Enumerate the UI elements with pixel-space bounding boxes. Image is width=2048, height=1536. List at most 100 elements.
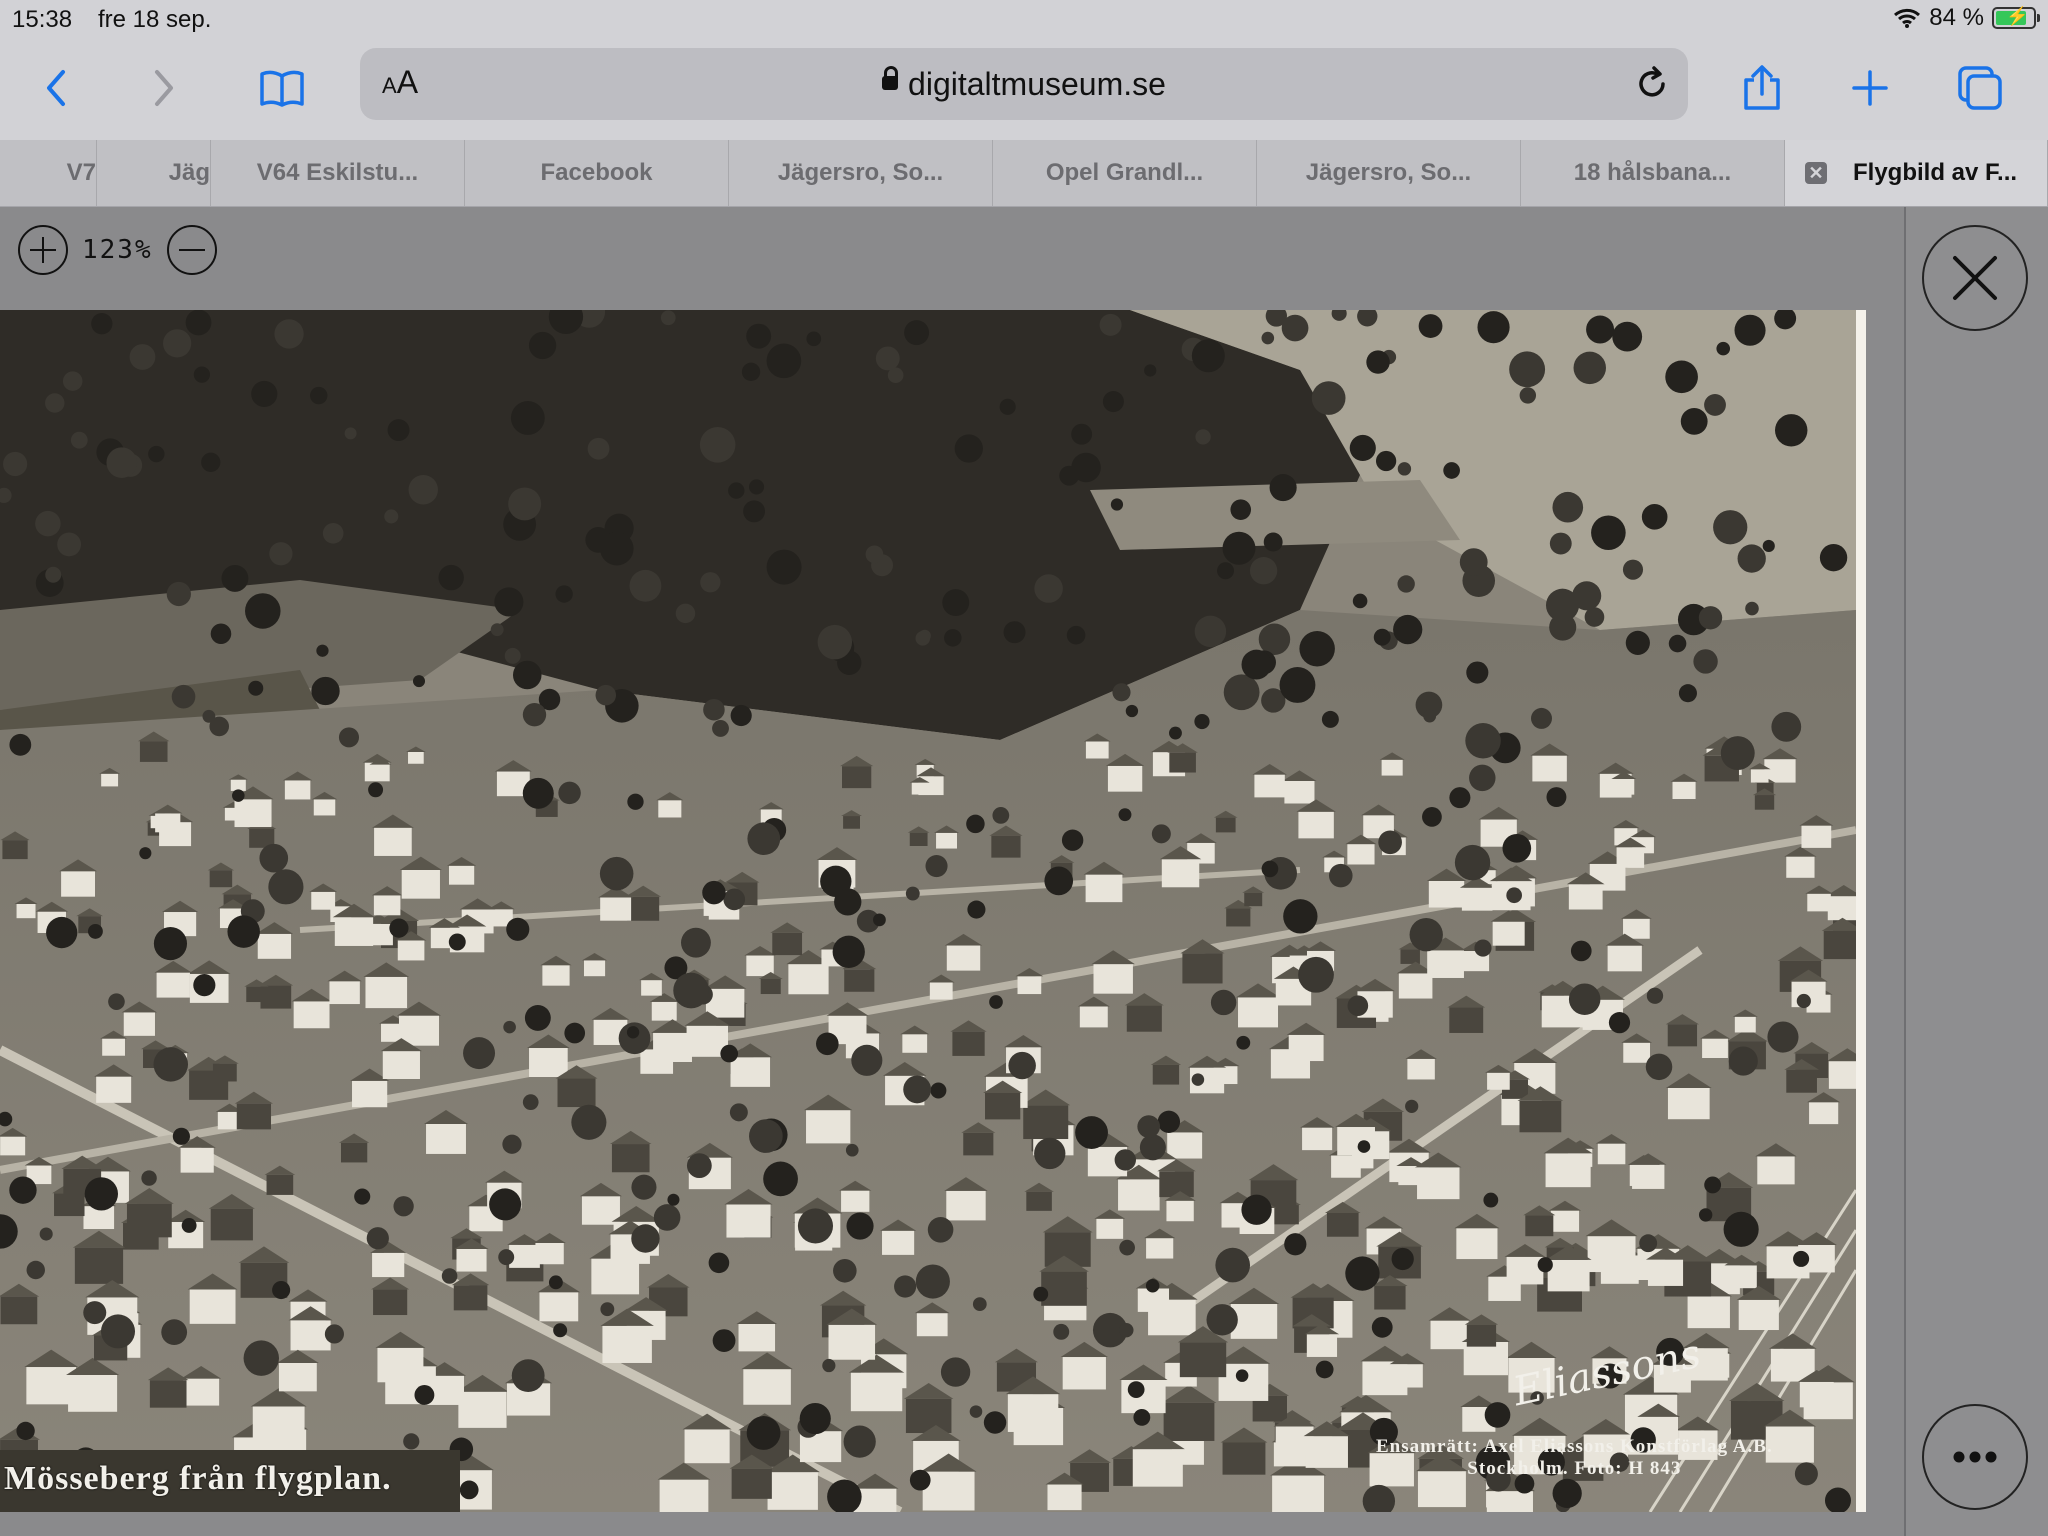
tree: [1144, 364, 1157, 377]
house: [1525, 1215, 1554, 1237]
tree: [209, 716, 230, 737]
house: [1226, 908, 1251, 927]
zoom-in-button[interactable]: [18, 225, 68, 275]
tree: [269, 542, 293, 566]
photo-credit-line1: Ensamrätt: Axel Eliassons Konstförlag A.…: [1376, 1436, 1773, 1457]
house: [1519, 1100, 1562, 1133]
house: [627, 896, 660, 921]
house: [1801, 825, 1832, 848]
house: [916, 1313, 948, 1337]
forward-button[interactable]: [134, 58, 194, 118]
bookmarks-button[interactable]: [252, 58, 312, 118]
tree: [942, 589, 970, 617]
tree: [1454, 844, 1491, 881]
tree: [100, 1314, 136, 1349]
house: [155, 813, 181, 833]
tree: [747, 822, 781, 856]
tab-3[interactable]: V64 Eskilstu...: [211, 140, 465, 206]
house: [1466, 1324, 1497, 1347]
house: [1449, 1007, 1484, 1033]
house: [1298, 811, 1334, 839]
tree: [1737, 544, 1766, 573]
house: [731, 1468, 772, 1499]
tree: [1568, 983, 1601, 1015]
tab-1[interactable]: V7: [0, 140, 97, 206]
house: [210, 1208, 253, 1241]
tree: [1612, 321, 1643, 352]
tree: [1552, 491, 1584, 523]
tab-label: Opel Grandl...: [1045, 159, 1204, 186]
tab-7[interactable]: Jägersro, So...: [1257, 140, 1521, 206]
tree: [915, 631, 931, 646]
house: [1456, 1228, 1498, 1260]
more-options-button[interactable]: [1922, 1404, 2028, 1510]
share-button[interactable]: [1732, 58, 1792, 118]
tree: [35, 510, 61, 537]
tree: [1133, 1408, 1151, 1426]
close-tab-icon[interactable]: ✕: [1805, 162, 1827, 184]
tree: [1545, 588, 1580, 622]
tree: [1771, 711, 1802, 742]
house: [246, 986, 267, 1003]
photo-credit: Ensamrätt: Axel Eliassons Konstförlag A.…: [1376, 1436, 1773, 1480]
house: [1047, 1484, 1082, 1511]
tree: [894, 1275, 917, 1298]
back-icon: [47, 70, 65, 106]
close-viewer-button[interactable]: [1922, 225, 2028, 331]
address-bar[interactable]: AA digitaltmuseum.se: [360, 48, 1688, 120]
tree: [1249, 557, 1278, 585]
house: [684, 1429, 730, 1464]
house: [68, 1375, 118, 1412]
tree: [210, 623, 232, 644]
tab-active[interactable]: ✕ Flygbild av F...: [1785, 140, 2048, 206]
tab-8[interactable]: 18 hålsbana...: [1521, 140, 1785, 206]
house: [448, 865, 475, 885]
tree: [1099, 313, 1122, 336]
tree: [1549, 532, 1572, 555]
house: [844, 969, 875, 992]
house: [0, 1136, 26, 1156]
tree: [322, 522, 344, 544]
house: [1532, 755, 1567, 782]
tree: [511, 1359, 545, 1392]
tree: [1321, 710, 1339, 728]
tree: [954, 434, 983, 463]
tree: [703, 698, 725, 721]
tree: [966, 814, 985, 834]
url-display[interactable]: digitaltmuseum.se: [360, 65, 1688, 103]
house: [458, 1391, 507, 1428]
house: [453, 1285, 488, 1311]
tab-5[interactable]: Jägersro, So...: [729, 140, 993, 206]
tree: [1639, 1234, 1658, 1253]
tree: [723, 888, 746, 911]
tree: [1034, 1137, 1066, 1170]
back-button[interactable]: [26, 58, 86, 118]
tree: [1118, 808, 1132, 822]
tabs-overview-button[interactable]: [1950, 58, 2010, 118]
tab-2[interactable]: Jäg: [97, 140, 211, 206]
house: [0, 1296, 38, 1325]
tree: [139, 847, 152, 860]
tree: [1283, 899, 1318, 934]
house: [1244, 892, 1263, 907]
tree: [587, 437, 610, 460]
house: [806, 1110, 851, 1144]
tree: [528, 331, 557, 360]
photo-caption: Mösseberg från flygplan.: [4, 1460, 392, 1497]
tree: [1466, 661, 1489, 684]
zoom-out-button[interactable]: [166, 225, 217, 275]
house: [659, 1479, 709, 1512]
tree: [1483, 1192, 1499, 1208]
tree: [1698, 606, 1723, 630]
reload-icon[interactable]: [1632, 64, 1672, 104]
tab-4[interactable]: Facebook: [465, 140, 729, 206]
new-tab-button[interactable]: [1840, 58, 1900, 118]
house: [1487, 1072, 1510, 1090]
house: [373, 895, 401, 916]
tree: [667, 1193, 680, 1206]
house: [1023, 1105, 1069, 1140]
tab-6[interactable]: Opel Grandl...: [993, 140, 1257, 206]
house: [1179, 1342, 1227, 1378]
tree: [310, 386, 328, 405]
tree: [1119, 1322, 1134, 1338]
